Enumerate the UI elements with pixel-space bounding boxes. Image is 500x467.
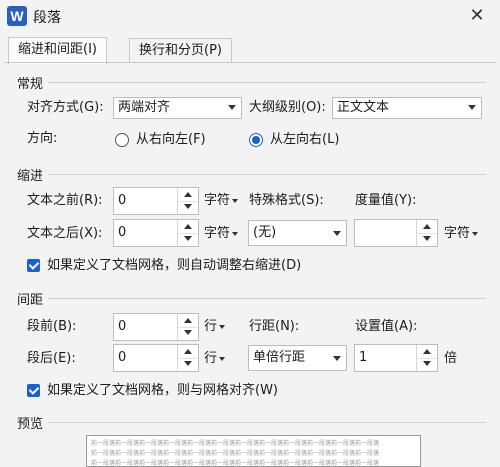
indent-after-unit[interactable]: 字符 (204, 225, 239, 243)
rtl-label[interactable]: 从右向左(F) (136, 131, 206, 149)
measure-label: 度量值(Y): (355, 193, 417, 208)
chevron-down-icon (468, 105, 476, 110)
section-divider (48, 298, 486, 299)
section-indent-heading: 缩进 (17, 169, 44, 184)
chevron-down-icon (232, 231, 239, 236)
section-divider (48, 422, 486, 423)
chevron-down-icon (232, 198, 239, 203)
spin-down-icon[interactable] (178, 327, 198, 340)
wps-writer-icon: W (7, 6, 27, 26)
dialog-title: 段落 (33, 10, 61, 26)
auto-adjust-label[interactable]: 如果定义了文档网格，则自动调整右缩进(D) (47, 257, 301, 275)
spin-up-icon[interactable] (178, 188, 198, 202)
special-format-select[interactable]: (无) (248, 220, 347, 246)
spin-down-icon[interactable] (417, 233, 437, 246)
section-divider (48, 82, 486, 83)
line-spacing-value: 单倍行距 (253, 350, 306, 365)
ltr-label[interactable]: 从左向右(L) (270, 131, 339, 149)
outline-level-label: 大纲级别(O): (249, 100, 326, 115)
direction-label: 方向: (27, 131, 58, 146)
indent-before-spinner[interactable]: 0 (113, 187, 199, 215)
spacing-before-spinner[interactable]: 0 (113, 313, 199, 341)
preview-line: 前一段落前一段落前一段落前一段落前一段落前一段落前一段落前一段落前一段落前一段落… (91, 450, 380, 457)
spin-down-icon[interactable] (178, 233, 198, 246)
indent-after-value: 0 (118, 225, 127, 240)
setting-value: 1 (359, 350, 368, 365)
alignment-value: 两端对齐 (118, 100, 171, 115)
indent-after-spinner[interactable]: 0 (113, 219, 199, 247)
spacing-after-spinner[interactable]: 0 (113, 344, 199, 372)
tab-line-page-breaks[interactable]: 换行和分页(P) (129, 38, 232, 63)
section-general-heading: 常规 (17, 77, 44, 92)
spin-up-icon[interactable] (417, 220, 437, 234)
spacing-before-unit[interactable]: 行 (204, 318, 226, 336)
chevron-down-icon (472, 231, 479, 236)
spin-up-icon[interactable] (417, 345, 437, 359)
spin-up-icon[interactable] (178, 314, 198, 328)
paragraph-preview: 前一段落前一段落前一段落前一段落前一段落前一段落前一段落前一段落前一段落前一段落… (86, 435, 421, 467)
outline-level-value: 正文文本 (337, 100, 390, 115)
measure-spinner[interactable] (354, 219, 438, 247)
section-divider (48, 174, 486, 175)
setting-value-spinner[interactable]: 1 (354, 344, 438, 372)
spacing-before-value: 0 (118, 319, 127, 334)
section-preview-heading: 预览 (17, 417, 44, 432)
section-spacing-heading: 间距 (17, 293, 44, 308)
spin-down-icon[interactable] (178, 201, 198, 214)
chevron-down-icon (228, 105, 236, 110)
auto-adjust-checkbox[interactable] (27, 259, 40, 272)
chevron-down-icon (219, 356, 226, 361)
spin-up-icon[interactable] (178, 220, 198, 234)
setting-value-label: 设置值(A): (355, 319, 418, 334)
preview-line: 前一段落前一段落前一段落前一段落前一段落前一段落前一段落前一段落前一段落前一段落… (91, 440, 380, 447)
tab-divider (4, 62, 496, 63)
title-bar: W 段落 ✕ (0, 0, 500, 32)
tab-indent-spacing[interactable]: 缩进和间距(I) (8, 37, 107, 64)
spin-up-icon[interactable] (178, 345, 198, 359)
spin-down-icon[interactable] (178, 358, 198, 371)
special-format-label: 特殊格式(S): (249, 193, 324, 208)
indent-before-label: 文本之前(R): (27, 193, 103, 208)
line-spacing-select[interactable]: 单倍行距 (248, 345, 347, 371)
rtl-radio[interactable] (115, 133, 129, 147)
spacing-after-label: 段后(E): (27, 351, 76, 366)
special-format-value: (无) (253, 225, 277, 240)
spin-down-icon[interactable] (417, 358, 437, 371)
preview-line: 前一段落前一段落前一段落前一段落前一段落前一段落前一段落前一段落前一段落前一段落… (91, 460, 380, 467)
grid-align-label[interactable]: 如果定义了文档网格，则与网格对齐(W) (47, 382, 278, 400)
ltr-radio[interactable] (249, 133, 263, 147)
close-button[interactable]: ✕ (464, 4, 490, 28)
spacing-after-unit[interactable]: 行 (204, 350, 226, 368)
spacing-after-value: 0 (118, 350, 127, 365)
alignment-label: 对齐方式(G): (27, 100, 104, 115)
chevron-down-icon (219, 324, 226, 329)
indent-before-unit[interactable]: 字符 (204, 192, 239, 210)
chevron-down-icon (333, 231, 341, 236)
spacing-before-label: 段前(B): (27, 319, 77, 334)
indent-before-value: 0 (118, 193, 127, 208)
outline-level-select[interactable]: 正文文本 (332, 97, 482, 119)
chevron-down-icon (333, 356, 341, 361)
indent-after-label: 文本之后(X): (27, 226, 103, 241)
alignment-select[interactable]: 两端对齐 (113, 97, 242, 119)
setting-unit: 倍 (444, 351, 458, 366)
measure-unit[interactable]: 字符 (444, 225, 479, 243)
grid-align-checkbox[interactable] (27, 384, 40, 397)
line-spacing-label: 行距(N): (249, 319, 300, 334)
